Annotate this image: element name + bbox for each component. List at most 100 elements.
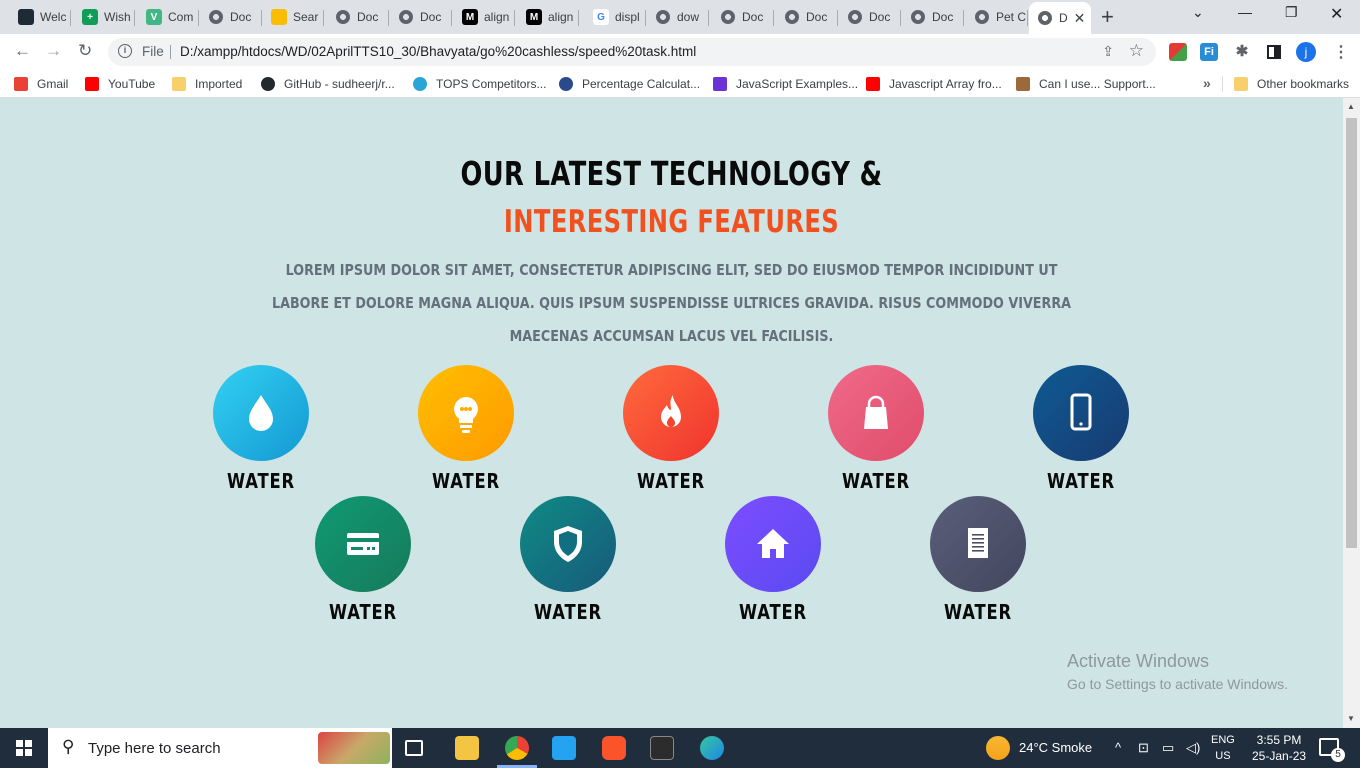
browser-tab[interactable]: Sear: [262, 4, 324, 30]
tab-title: Welc: [40, 10, 67, 24]
tab-title: align: [548, 10, 574, 24]
scrollbar-thumb[interactable]: [1346, 118, 1357, 548]
browser-tab[interactable]: Doc: [390, 4, 452, 30]
tab-separator: [323, 10, 324, 26]
globe-icon: [1038, 11, 1052, 25]
bookmark-label: JavaScript Examples...: [736, 77, 859, 91]
profile-avatar[interactable]: j: [1296, 42, 1316, 62]
browser-tab[interactable]: Welc: [9, 4, 71, 30]
globe-icon: [785, 10, 799, 24]
side-panel-icon[interactable]: [1265, 43, 1283, 61]
language-indicator[interactable]: ENG US: [1211, 732, 1235, 764]
globe-icon: [911, 10, 925, 24]
bookmark-star-icon[interactable]: ☆: [1129, 41, 1144, 61]
windows-start-icon[interactable]: [16, 740, 32, 756]
taskbar-search-box[interactable]: ⚲ Type here to search: [48, 728, 392, 768]
bookmark-label: Javascript Array fro...: [889, 77, 1002, 91]
bookmark-item[interactable]: Can I use... Support...: [1016, 76, 1156, 92]
site-info-icon[interactable]: i: [118, 44, 132, 58]
chrome-taskbar-icon[interactable]: [505, 736, 529, 760]
minimize-button[interactable]: —: [1238, 4, 1252, 20]
browser-tab[interactable]: + Wish: [73, 4, 135, 30]
tab-separator: [70, 10, 71, 26]
feature-icon-circle: [725, 496, 821, 592]
tab-title: Doc: [932, 10, 954, 24]
browser-tab[interactable]: dow: [647, 4, 709, 30]
url-text[interactable]: D:/xampp/htdocs/WD/02AprilTTS10_30/Bhavy…: [180, 44, 696, 59]
address-bar[interactable]: i File D:/xampp/htdocs/WD/02AprilTTS10_3…: [108, 38, 1156, 66]
tab-title: D: [1059, 11, 1068, 25]
bookmark-item[interactable]: TOPS Competitors...: [413, 76, 546, 92]
bookmark-item[interactable]: Percentage Calculat...: [559, 76, 700, 92]
weather-text[interactable]: 24°C Smoke: [1019, 740, 1092, 755]
tab-title: dow: [677, 10, 700, 24]
browser-tab[interactable]: Doc: [839, 4, 901, 30]
scroll-down-arrow-icon[interactable]: ▼: [1347, 714, 1355, 723]
network-status-icon[interactable]: ⊡: [1138, 740, 1149, 756]
feature-icon-circle: [213, 365, 309, 461]
activate-subtitle: Go to Settings to activate Windows.: [1067, 676, 1288, 692]
bookmark-item[interactable]: GitHub - sudheerj/r...: [261, 76, 395, 92]
tab-search-icon[interactable]: ⌄: [1192, 4, 1204, 21]
volume-icon[interactable]: ◁): [1186, 740, 1200, 756]
share-icon[interactable]: ⇪: [1102, 43, 1114, 60]
bookmark-item[interactable]: YouTube: [85, 76, 155, 92]
folder-icon: [172, 77, 186, 91]
terminal-icon[interactable]: [650, 736, 674, 760]
chrome-menu-icon[interactable]: ⋮: [1333, 42, 1349, 62]
scroll-up-arrow-icon[interactable]: ▲: [1347, 102, 1355, 111]
file-explorer-icon[interactable]: [455, 736, 479, 760]
edge-icon[interactable]: [700, 736, 724, 760]
browser-tab[interactable]: Doc: [327, 4, 389, 30]
reload-button[interactable]: ↻: [78, 41, 92, 61]
extension-tools-icon[interactable]: [1169, 43, 1187, 61]
browser-tab[interactable]: Gdispl: [584, 4, 646, 30]
feature-item: WATER: [508, 496, 628, 626]
browser-tab[interactable]: Malign: [453, 4, 515, 30]
browser-tab[interactable]: Doc: [902, 4, 964, 30]
system-clock[interactable]: 3:55 PM 25-Jan-23: [1252, 732, 1306, 764]
task-view-icon[interactable]: [405, 740, 423, 756]
browser-tab[interactable]: D ✕: [1029, 2, 1091, 34]
extension-fi-icon[interactable]: Fi: [1200, 43, 1218, 61]
browser-tab[interactable]: Doc: [200, 4, 262, 30]
globe-icon: [721, 10, 735, 24]
close-tab-icon[interactable]: ✕: [1074, 10, 1086, 27]
bookmark-item[interactable]: Javascript Array fro...: [866, 76, 1002, 92]
browser-tab[interactable]: Doc: [712, 4, 774, 30]
tab-title: Doc: [230, 10, 252, 24]
back-button[interactable]: ←: [14, 41, 31, 61]
new-tab-button[interactable]: +: [1101, 6, 1114, 28]
bookmark-other-bookmarks[interactable]: Other bookmarks: [1234, 76, 1349, 92]
notification-center-icon[interactable]: 5: [1319, 738, 1345, 762]
tab-separator: [451, 10, 452, 26]
bookmark-item[interactable]: Imported: [172, 76, 242, 92]
bookmark-item[interactable]: Gmail: [14, 76, 68, 92]
page-scrollbar[interactable]: ▲ ▼: [1343, 98, 1360, 728]
extensions-puzzle-icon[interactable]: ✱: [1233, 43, 1251, 61]
browser-tab[interactable]: Malign: [517, 4, 579, 30]
browser-tab[interactable]: Doc: [776, 4, 838, 30]
tab-title: Pet C: [996, 10, 1027, 24]
vscode-icon[interactable]: [552, 736, 576, 760]
m-icon: M: [526, 9, 542, 25]
tab-separator: [963, 10, 964, 26]
browser-tab[interactable]: V Com: [137, 4, 199, 30]
forward-button[interactable]: →: [45, 41, 62, 61]
flame-icon: [661, 395, 681, 427]
weather-icon[interactable]: [986, 736, 1010, 760]
github-icon: [261, 77, 275, 91]
scheme-label: File: [142, 44, 164, 59]
restore-button[interactable]: ❐: [1285, 4, 1298, 21]
home-icon: [757, 529, 789, 558]
page-subheading: INTERESTING FEATURES: [503, 204, 840, 240]
feature-label: WATER: [534, 600, 602, 624]
feature-icon-circle: [623, 365, 719, 461]
bookmark-item[interactable]: JavaScript Examples...: [713, 76, 858, 92]
bookmarks-overflow-icon[interactable]: »: [1203, 75, 1211, 91]
browser-tab[interactable]: Pet C: [966, 4, 1028, 30]
monitor-icon[interactable]: ▭: [1162, 740, 1174, 756]
brave-icon[interactable]: [602, 736, 626, 760]
close-window-button[interactable]: ✕: [1330, 4, 1343, 24]
show-hidden-icons-icon[interactable]: ^: [1115, 740, 1121, 755]
